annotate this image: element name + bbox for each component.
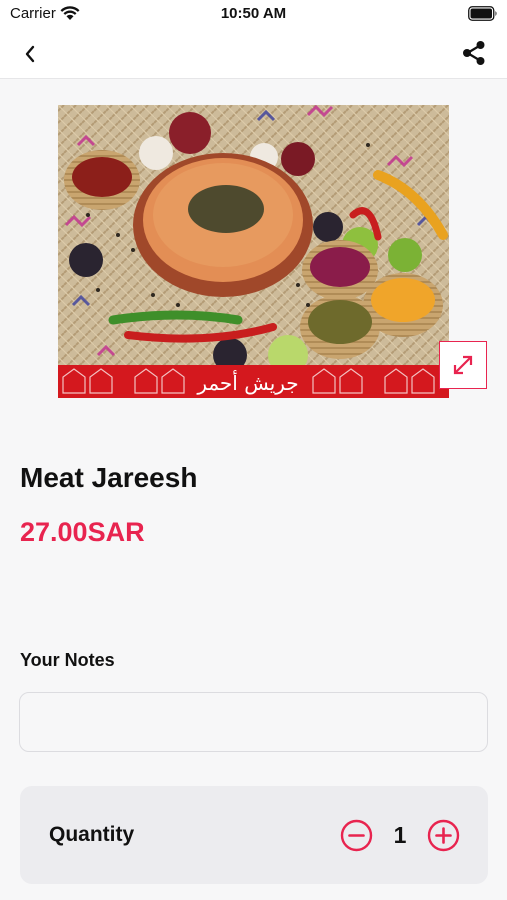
minus-circle-icon[interactable] bbox=[340, 819, 373, 852]
quantity-card: Quantity 1 bbox=[20, 786, 488, 884]
back-button[interactable] bbox=[16, 40, 44, 68]
share-button[interactable] bbox=[459, 38, 489, 68]
expand-arrows-icon bbox=[453, 355, 473, 375]
navigation-bar bbox=[0, 28, 507, 79]
dish-photo: جريش أحمر bbox=[58, 105, 449, 398]
battery-icon bbox=[468, 6, 497, 21]
quantity-value: 1 bbox=[393, 822, 407, 848]
item-title: Meat Jareesh bbox=[20, 462, 198, 493]
chevron-left-icon bbox=[25, 45, 35, 63]
notes-input[interactable] bbox=[19, 692, 488, 752]
item-price: 27.00SAR bbox=[20, 517, 145, 547]
expand-image-button[interactable] bbox=[439, 341, 487, 389]
banner-caption: جريش أحمر bbox=[196, 370, 298, 395]
dish-image: جريش أحمر bbox=[58, 105, 449, 398]
status-bar: Carrier 10:50 AM bbox=[0, 0, 507, 28]
notes-label: Your Notes bbox=[20, 650, 115, 670]
share-icon bbox=[463, 41, 485, 65]
quantity-label: Quantity bbox=[49, 823, 135, 846]
status-time: 10:50 AM bbox=[220, 5, 287, 22]
plus-circle-icon[interactable] bbox=[427, 819, 460, 852]
